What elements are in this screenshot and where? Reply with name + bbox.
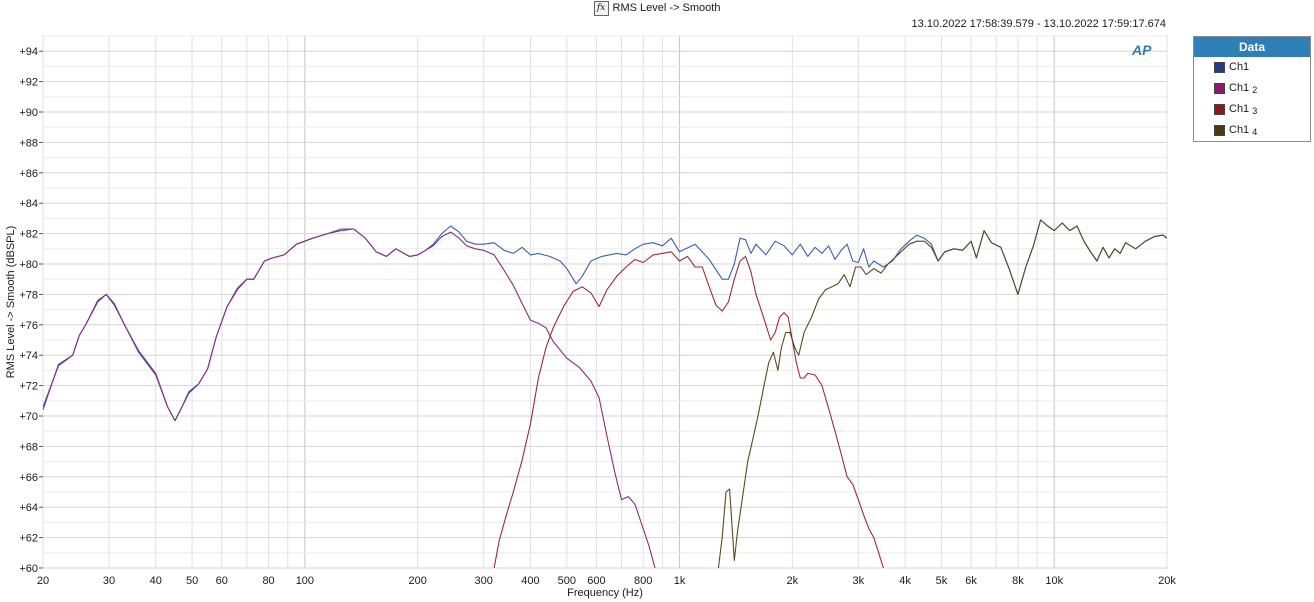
- ap-logo: AP: [1132, 42, 1152, 58]
- legend-sub: 3: [1252, 106, 1258, 116]
- y-tick-label: +62: [19, 533, 38, 545]
- x-tick-label: 1k: [674, 575, 686, 587]
- y-tick-label: +76: [19, 320, 38, 332]
- y-tick-label: +68: [19, 441, 38, 453]
- legend-item-ch1-2[interactable]: Ch1 2: [1194, 78, 1310, 99]
- legend-panel: Data Ch1 Ch1 2 Ch1 3 Ch1 4: [1193, 36, 1311, 142]
- legend-sub: 2: [1252, 85, 1258, 95]
- y-tick-label: +74: [19, 350, 38, 362]
- chart-svg: 20 30 40 50 60 80 100 200 300 400 500 600 800 1k 2k 3k 4…: [5, 35, 1176, 599]
- x-tick-label: 2k: [787, 575, 799, 587]
- x-tick-label: 6k: [965, 575, 977, 587]
- y-tick-labels: +60 +62 +64 +66 +68 +70 +72 +74 +76 +78 +80 +82 +84 +…: [19, 46, 43, 575]
- y-tick-label: +88: [19, 137, 38, 149]
- x-tick-label: 4k: [899, 575, 911, 587]
- x-tick-label: 20: [37, 575, 49, 587]
- plot-area: [42, 35, 1168, 569]
- y-tick-label: +64: [19, 502, 38, 514]
- x-tick-label: 800: [634, 575, 652, 587]
- legend-item-ch1[interactable]: Ch1: [1194, 57, 1310, 78]
- x-tick-label: 200: [408, 575, 426, 587]
- x-tick-label: 100: [296, 575, 314, 587]
- y-tick-label: +92: [19, 77, 38, 89]
- legend-title: Data: [1194, 37, 1310, 57]
- legend-item-ch1-3[interactable]: Ch1 3: [1194, 99, 1310, 120]
- y-tick-label: +94: [19, 46, 38, 58]
- y-tick-label: +80: [19, 259, 38, 271]
- x-tick-label: 50: [186, 575, 198, 587]
- legend-label: Ch1: [1229, 124, 1250, 136]
- y-tick-label: +72: [19, 381, 38, 393]
- legend-swatch: [1214, 104, 1225, 115]
- x-tick-label: 300: [474, 575, 492, 587]
- x-tick-labels: 20 30 40 50 60 80 100 200 300 400 500 600 800 1k 2k 3k 4…: [37, 575, 1176, 587]
- legend-label: Ch1: [1229, 103, 1250, 115]
- legend-swatch: [1214, 83, 1225, 94]
- x-tick-label: 80: [262, 575, 274, 587]
- y-tick-label: +82: [19, 229, 38, 241]
- y-tick-label: +70: [19, 411, 38, 423]
- x-tick-label: 8k: [1012, 575, 1024, 587]
- x-tick-label: 30: [103, 575, 115, 587]
- y-tick-label: +86: [19, 168, 38, 180]
- y-tick-label: +90: [19, 107, 38, 119]
- legend-label: Ch1: [1229, 61, 1250, 73]
- legend-swatch: [1214, 62, 1225, 73]
- y-axis-label: RMS Level -> Smooth (dBSPL): [5, 226, 17, 379]
- legend-label: Ch1: [1229, 82, 1250, 94]
- x-tick-label: 3k: [852, 575, 864, 587]
- legend-item-ch1-4[interactable]: Ch1 4: [1194, 120, 1310, 141]
- y-tick-label: +84: [19, 198, 38, 210]
- y-tick-label: +66: [19, 472, 38, 484]
- y-tick-label: +60: [19, 563, 38, 575]
- x-axis-label: Frequency (Hz): [567, 587, 643, 599]
- x-tick-label: 40: [150, 575, 162, 587]
- x-tick-label: 500: [558, 575, 576, 587]
- x-tick-label: 10k: [1045, 575, 1063, 587]
- legend-sub: 4: [1252, 127, 1258, 137]
- x-tick-label: 60: [216, 575, 228, 587]
- x-tick-label: 600: [587, 575, 605, 587]
- x-tick-label: 20k: [1158, 575, 1176, 587]
- x-tick-label: 5k: [936, 575, 948, 587]
- x-tick-label: 400: [521, 575, 539, 587]
- legend-swatch: [1214, 125, 1225, 136]
- y-tick-label: +78: [19, 289, 38, 301]
